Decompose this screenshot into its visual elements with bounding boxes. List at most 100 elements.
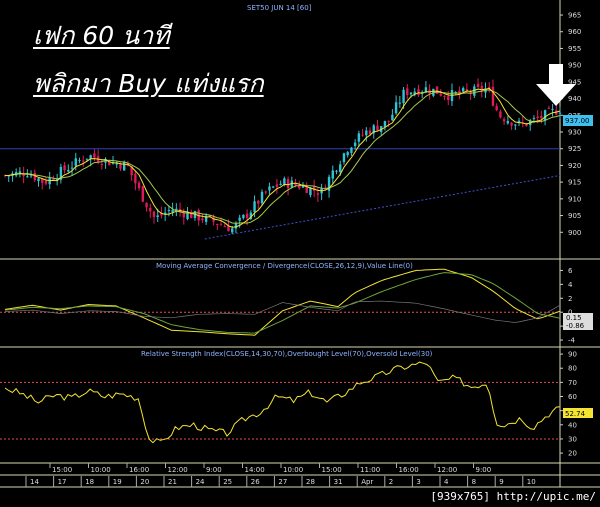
overlay-title-line1: เฟก 60 นาที [33,21,170,50]
candle-body [149,207,152,212]
candle-body [29,175,33,177]
candle-body [234,223,238,229]
candle-body [93,153,96,158]
candle-body [279,183,282,185]
date-label: 14 [30,478,39,486]
date-label: 9 [499,478,503,486]
candle-body [156,215,159,218]
date-label: 19 [113,478,122,486]
candle-body [67,169,70,172]
candle-body [283,178,286,185]
time-label: 9:00 [476,466,492,474]
candle-body [514,124,517,126]
candle-body [357,133,361,142]
signal-value-label: -0.86 [566,322,585,330]
candle-body [238,217,241,221]
date-label: 18 [85,478,94,486]
candle-body [119,164,122,169]
date-label: 2 [389,478,393,486]
candle-body [350,147,353,153]
candle-body [447,96,450,101]
y-tick-label: 930 [568,129,581,137]
moving-average-fast [5,87,561,228]
candle-body [201,218,204,221]
candle-body [216,224,219,226]
time-label: 10:00 [283,466,303,474]
candle-body [547,107,551,109]
time-label: 10:00 [91,466,111,474]
date-label: 3 [416,478,420,486]
candle-body [44,180,48,184]
candle-body [532,117,536,119]
candle-body [376,125,379,131]
candle-body [491,86,495,106]
candle-body [383,120,387,128]
candle-body [242,214,245,219]
candle-body [398,102,402,104]
y-tick-label: 80 [568,365,577,373]
candle-body [443,95,446,97]
date-label: 4 [444,478,449,486]
candle-body [409,92,413,95]
y-tick-label: 20 [568,450,577,458]
candle-body [342,153,346,163]
last-price-label: 937.00 [565,117,590,125]
candle-body [495,106,498,111]
candle-body [271,186,275,188]
time-label: 14:00 [245,466,265,474]
candle-body [122,161,126,171]
date-label: 24 [196,478,205,486]
candle-body [63,165,66,171]
candle-body [331,170,334,179]
time-label: 11:00 [360,466,380,474]
time-label: 15:00 [322,466,342,474]
candle-body [85,158,89,160]
rsi-chart-title: Relative Strength Index(CLOSE,14,30,70),… [141,350,433,358]
candle-body [476,84,480,88]
y-tick-label: 910 [568,195,581,203]
candle-body [335,170,338,172]
candle-body [543,110,547,121]
candle-body [316,193,320,195]
date-label: 27 [278,478,287,486]
candle-body [260,191,264,204]
candle-body [100,164,104,166]
date-label: 21 [168,478,177,486]
candle-body [540,116,543,119]
rsi-panel: 2030405060708090 [0,351,577,458]
y-tick-label: 70 [568,379,577,387]
candle-body [257,200,260,204]
y-tick-label: 6 [568,267,573,275]
y-tick-label: 60 [568,393,577,401]
candle-body [78,160,81,162]
date-label: 8 [472,478,476,486]
macd-chart-title: Moving Average Convergence / Divergence(… [156,262,413,270]
overlay-title-line2: พลิกมา Buy แท่งแรก [33,69,264,98]
candle-body [506,121,510,124]
y-tick-label: 4 [568,281,573,289]
candle-body [171,209,174,213]
candle-body [435,86,439,94]
candle-body [268,186,271,191]
date-label: 25 [223,478,232,486]
y-tick-label: 940 [568,95,581,103]
candle-body [417,89,420,96]
candle-body [346,152,349,156]
date-label: 20 [140,478,149,486]
candle-body [365,130,368,136]
y-tick-label: 960 [568,28,581,36]
time-label: 9:00 [206,466,222,474]
date-label: 26 [251,478,260,486]
candle-body [82,160,85,162]
time-label: 16:00 [399,466,419,474]
candle-body [502,119,506,122]
candle-body [558,112,562,114]
candle-body [402,89,405,104]
price-chart-title: SET50 JUN 14 [60] [247,4,312,12]
time-label: 16:00 [129,466,149,474]
candle-body [461,88,465,92]
candle-body [275,184,279,187]
rsi-value-label: 52.74 [565,410,586,418]
y-tick-label: -4 [568,337,576,345]
time-label: 12:00 [168,466,188,474]
